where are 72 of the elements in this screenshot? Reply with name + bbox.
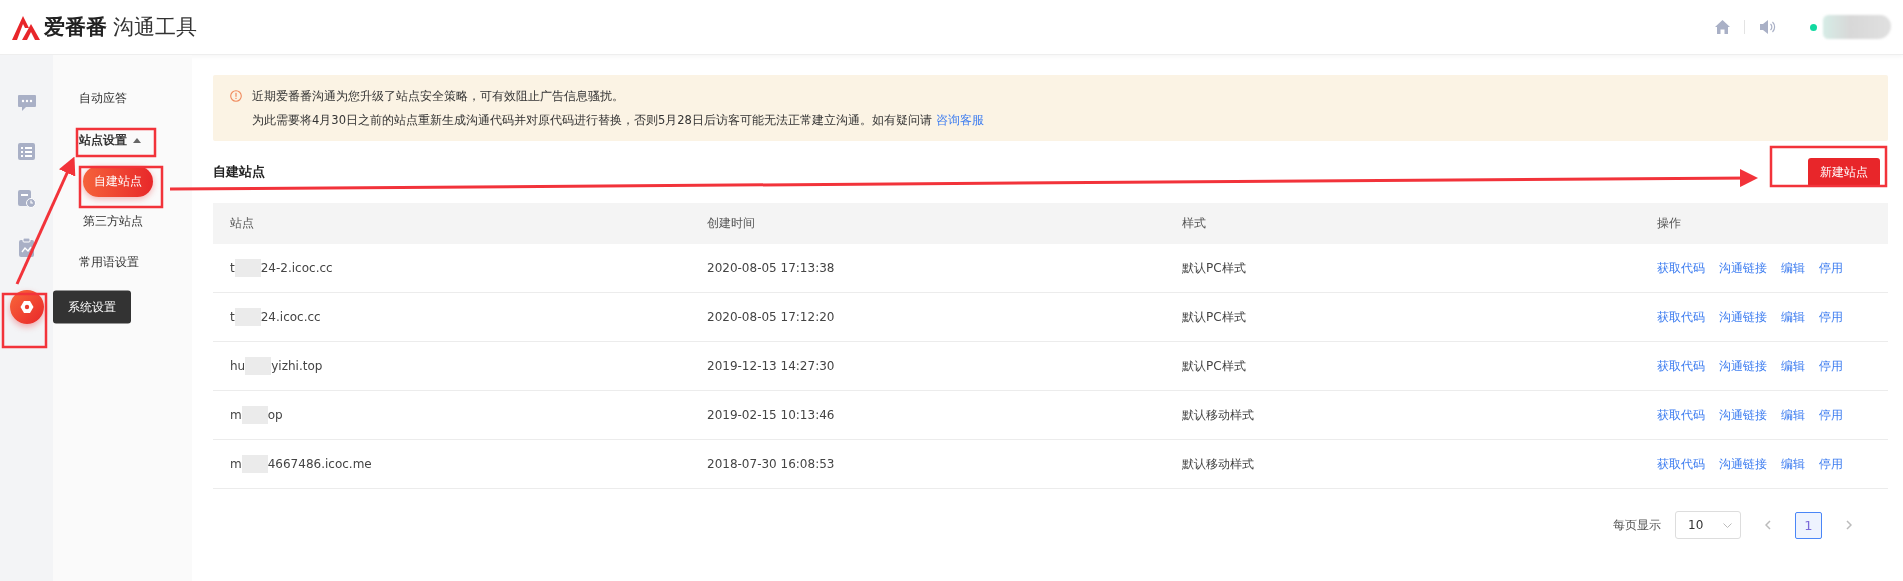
previous-page-icon[interactable] <box>1765 520 1771 530</box>
table-cell-text: 默认移动样式 <box>1182 455 1255 473</box>
column-header: 站点 <box>230 215 255 232</box>
submenu-item[interactable]: 第三方站点 <box>83 212 143 230</box>
action-link[interactable]: 获取代码 <box>1657 308 1705 326</box>
table-cell-text: 2018-07-30 16:08:53 <box>707 457 836 471</box>
table-cell-text: t 24.icoc.cc <box>230 308 322 326</box>
table-cell-text: 默认PC样式 <box>1182 357 1247 375</box>
caret-up-icon <box>133 137 141 143</box>
next-page-icon[interactable] <box>1846 520 1852 530</box>
document-clock-icon <box>17 190 36 208</box>
action-link[interactable]: 沟通链接 <box>1719 259 1767 277</box>
chat-icon <box>16 94 37 112</box>
table-cell-text: 2019-02-15 10:13:46 <box>707 408 836 422</box>
action-link[interactable]: 获取代码 <box>1657 357 1705 375</box>
rail-button[interactable] <box>15 140 38 162</box>
column-header: 样式 <box>1182 215 1207 232</box>
menu-item[interactable]: 常用语设置 <box>79 253 139 271</box>
action-link[interactable]: 获取代码 <box>1657 455 1705 473</box>
brand-name: 爱番番 <box>44 14 107 41</box>
column-header: 创建时间 <box>707 215 756 232</box>
table-cell-text: m op <box>230 406 284 424</box>
notice-text: 为此需要将4月30日之前的站点重新生成沟通代码并对原代码进行替换，否则5月28日后访客可能无法正常建立沟通。如有疑问请 咨询客服 <box>252 112 984 129</box>
action-link[interactable]: 停用 <box>1819 308 1843 326</box>
action-link[interactable]: 沟通链接 <box>1719 455 1767 473</box>
action-link[interactable]: 停用 <box>1819 357 1843 375</box>
action-link[interactable]: 沟通链接 <box>1719 406 1767 424</box>
submenu-item[interactable]: 自建站点 <box>83 165 153 197</box>
action-link[interactable]: 编辑 <box>1781 357 1805 375</box>
page-button[interactable]: 1 <box>1795 511 1822 539</box>
product-name: 沟通工具 <box>113 14 197 41</box>
action-link[interactable]: 沟通链接 <box>1719 308 1767 326</box>
table-cell-text: 默认PC样式 <box>1182 308 1247 326</box>
action-link[interactable]: 编辑 <box>1781 308 1805 326</box>
table-cell-text: 2020-08-05 17:12:20 <box>707 310 836 324</box>
table-cell-text: 默认移动样式 <box>1182 406 1255 424</box>
speaker-icon[interactable] <box>1759 20 1776 34</box>
action-link[interactable]: 停用 <box>1819 455 1843 473</box>
table-cell-text: t 24-2.icoc.cc <box>230 259 334 277</box>
table-cell-text: 2020-08-05 17:13:38 <box>707 261 836 275</box>
annotation-box <box>1 292 48 349</box>
action-link[interactable]: 停用 <box>1819 259 1843 277</box>
action-link[interactable]: 停用 <box>1819 406 1843 424</box>
per-page-label: 每页显示 <box>1613 516 1661 534</box>
table-cell-text: 默认PC样式 <box>1182 259 1247 277</box>
home-icon[interactable] <box>1715 20 1730 34</box>
column-header: 操作 <box>1657 215 1682 232</box>
new-site-button[interactable]: 新建站点 <box>1808 157 1880 187</box>
chevron-down-icon <box>1723 522 1732 528</box>
logo-icon <box>12 14 40 40</box>
tooltip: 系统设置 <box>52 290 131 324</box>
per-page-select[interactable]: 10 <box>1675 511 1741 539</box>
contact-link[interactable]: 咨询客服 <box>935 113 984 127</box>
notice-text: 近期爱番番沟通为您升级了站点安全策略，可有效阻止广告信息骚扰。 <box>252 88 625 105</box>
action-link[interactable]: 编辑 <box>1781 406 1805 424</box>
table-cell-text: hu yizhi.top <box>230 357 324 375</box>
action-link[interactable]: 编辑 <box>1781 455 1805 473</box>
settings-icon <box>19 300 34 314</box>
action-link[interactable]: 获取代码 <box>1657 259 1705 277</box>
menu-item[interactable]: 站点设置 <box>79 131 141 149</box>
list-icon <box>18 142 35 160</box>
table-cell-text: m 4667486.icoc.me <box>230 455 373 473</box>
blurred-username <box>1823 15 1891 39</box>
section-title: 自建站点 <box>213 163 265 181</box>
action-link[interactable]: 沟通链接 <box>1719 357 1767 375</box>
action-link[interactable]: 编辑 <box>1781 259 1805 277</box>
action-link[interactable]: 获取代码 <box>1657 406 1705 424</box>
warning-icon <box>230 90 242 102</box>
menu-item[interactable]: 自动应答 <box>79 89 127 107</box>
rail-button[interactable] <box>15 92 38 114</box>
rail-button[interactable] <box>15 188 38 210</box>
table-cell-text: 2019-12-13 14:27:30 <box>707 359 836 373</box>
